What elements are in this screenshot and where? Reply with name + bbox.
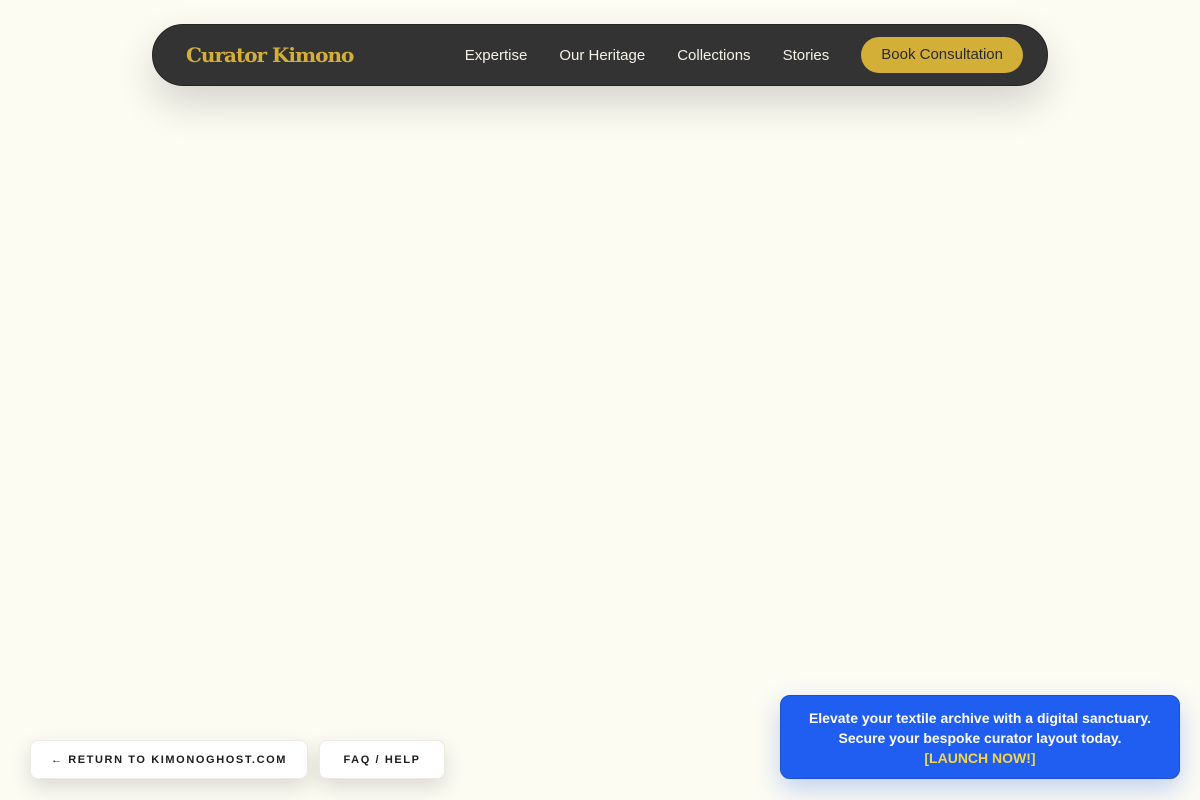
launch-now-link[interactable]: [LAUNCH NOW!] (781, 748, 1179, 768)
nav-link-our-heritage[interactable]: Our Heritage (559, 47, 645, 64)
promo-banner: Elevate your textile archive with a digi… (780, 695, 1180, 779)
brand-logo[interactable]: Curator Kimono (186, 43, 354, 67)
promo-line-2: Secure your bespoke curator layout today… (838, 730, 1122, 746)
faq-help-button[interactable]: FAQ / HELP (319, 740, 445, 779)
top-navbar: Curator Kimono Expertise Our Heritage Co… (152, 24, 1048, 86)
return-to-site-button[interactable]: ← RETURN TO KIMONOGHOST.COM (30, 740, 308, 779)
nav-link-collections[interactable]: Collections (677, 47, 750, 64)
nav-links: Expertise Our Heritage Collections Stori… (465, 37, 1023, 73)
promo-line-1: Elevate your textile archive with a digi… (808, 710, 1152, 726)
nav-link-stories[interactable]: Stories (783, 47, 830, 64)
book-consultation-button[interactable]: Book Consultation (861, 37, 1023, 73)
page: Curator Kimono Expertise Our Heritage Co… (0, 0, 1200, 800)
nav-link-expertise[interactable]: Expertise (465, 47, 528, 64)
